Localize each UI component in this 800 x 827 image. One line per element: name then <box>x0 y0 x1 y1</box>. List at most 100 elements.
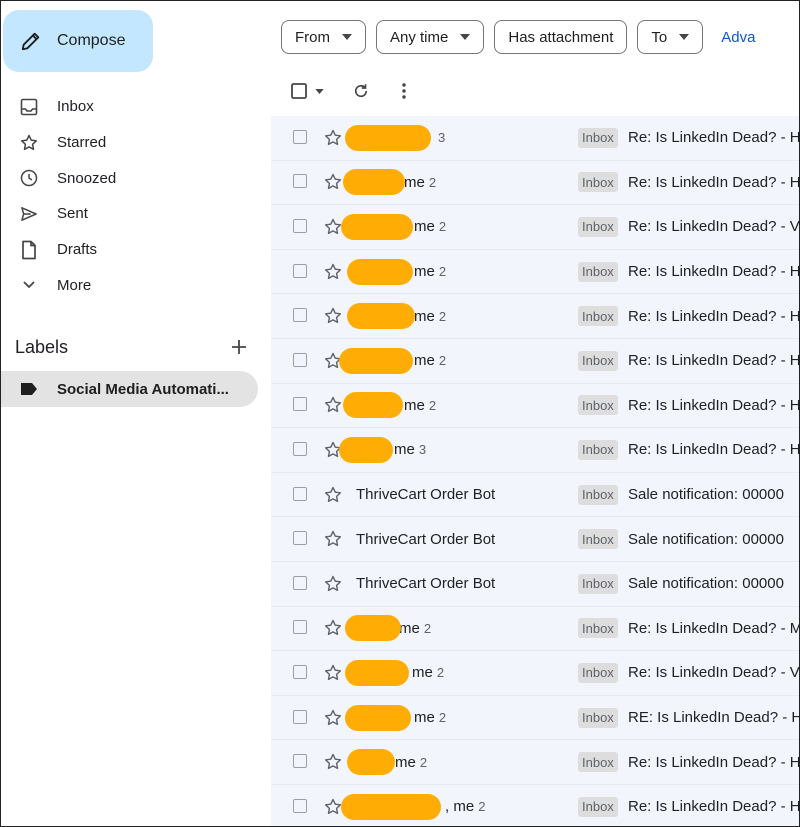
star-icon[interactable] <box>323 797 343 817</box>
redaction-mark <box>339 436 393 463</box>
email-row[interactable]: ThriveCart Order Bot Inbox Sale notificati… <box>271 561 799 607</box>
email-row[interactable]: me 2 Inbox Re: Is LinkedIn Dead? - H <box>271 740 799 785</box>
email-row[interactable]: me 3 Inbox Re: Is LinkedIn Dead? - H <box>271 428 799 473</box>
filter-any-time-chip[interactable]: Any time <box>376 20 485 54</box>
filter-has-attachment-chip[interactable]: Has attachment <box>494 20 628 54</box>
row-checkbox[interactable] <box>293 397 307 412</box>
sender: me 2 <box>412 651 444 695</box>
email-row[interactable]: me 2 Inbox Re: Is LinkedIn Dead? - H <box>271 383 799 429</box>
row-checkbox[interactable] <box>293 798 307 813</box>
redaction-mark <box>343 169 405 196</box>
star-icon[interactable] <box>323 395 343 415</box>
email-row[interactable]: ThriveCart Order Bot Inbox Sale notificati… <box>271 517 799 562</box>
row-checkbox[interactable] <box>293 486 307 501</box>
inbox-tag: Inbox <box>578 752 618 773</box>
sender-name: me <box>414 307 435 325</box>
sender: me 2 <box>404 161 436 205</box>
email-row[interactable]: me 2 Inbox Re: Is LinkedIn Dead? - H <box>271 160 799 206</box>
gmail-window: Compose Inbox Starred Snoozed Sent Draft… <box>0 0 800 827</box>
star-icon[interactable] <box>323 262 343 282</box>
star-icon[interactable] <box>323 708 343 728</box>
sender: me 2 <box>414 294 446 338</box>
row-checkbox[interactable] <box>293 174 307 189</box>
email-list: 3 Inbox Re: Is LinkedIn Dead? - Hme 2 Inbox R… <box>271 116 800 826</box>
email-row[interactable]: 3 Inbox Re: Is LinkedIn Dead? - H <box>271 116 800 161</box>
add-label-plus-icon[interactable] <box>227 335 251 359</box>
star-icon[interactable] <box>323 663 343 683</box>
star-icon[interactable] <box>323 529 343 549</box>
chevron-down-icon <box>17 273 41 297</box>
star-icon[interactable] <box>323 752 343 772</box>
labels-header: Labels <box>15 334 251 360</box>
thread-count: 3 <box>438 130 446 146</box>
star-icon[interactable] <box>323 128 343 148</box>
more-options-icon[interactable] <box>402 83 406 99</box>
filter-from-chip[interactable]: From <box>281 20 366 54</box>
inbox-icon <box>17 95 41 119</box>
email-row[interactable]: ThriveCart Order Bot Inbox Sale notificati… <box>271 472 799 518</box>
inbox-tag: Inbox <box>578 796 618 817</box>
inbox-tag: Inbox <box>578 127 618 148</box>
email-row[interactable]: me 2 Inbox Re: Is LinkedIn Dead? - H <box>271 338 800 384</box>
nav-item-inbox[interactable]: Inbox <box>1 89 271 125</box>
row-checkbox[interactable] <box>293 620 307 635</box>
nav-item-sent[interactable]: Sent <box>1 196 271 232</box>
filter-to-chip[interactable]: To <box>637 20 704 54</box>
email-row[interactable]: me 2 Inbox Re: Is LinkedIn Dead? - V <box>271 205 800 250</box>
thread-count: 2 <box>419 754 428 770</box>
select-dropdown-caret-icon[interactable] <box>315 88 324 94</box>
refresh-icon[interactable] <box>352 82 370 100</box>
email-row[interactable]: me 2 Inbox Re: Is LinkedIn Dead? - H <box>271 249 799 295</box>
thread-count: 2 <box>428 397 437 413</box>
chip-label: From <box>295 28 330 46</box>
inbox-tag: Inbox <box>578 439 618 460</box>
row-checkbox[interactable] <box>293 664 307 679</box>
thread-count: 2 <box>478 799 486 815</box>
star-icon[interactable] <box>323 306 343 326</box>
row-checkbox[interactable] <box>293 531 307 546</box>
sender-name: me <box>414 218 435 236</box>
row-checkbox[interactable] <box>293 263 307 278</box>
subject: Re: Is LinkedIn Dead? - H <box>628 352 800 370</box>
star-icon[interactable] <box>323 172 343 192</box>
row-checkbox[interactable] <box>293 129 307 144</box>
email-row[interactable]: me 2 Inbox Re: Is LinkedIn Dead? - M <box>271 606 799 652</box>
compose-button[interactable]: Compose <box>3 10 153 72</box>
email-row[interactable]: me 2 Inbox Re: Is LinkedIn Dead? - V <box>271 651 800 696</box>
advanced-search-link[interactable]: Adva <box>721 29 755 46</box>
star-icon[interactable] <box>323 217 343 237</box>
email-row[interactable]: , me 2 Inbox Re: Is LinkedIn Dead? - H <box>271 784 799 826</box>
label-item-social-media-automation[interactable]: Social Media Automati... <box>1 371 258 407</box>
row-checkbox[interactable] <box>293 575 307 590</box>
nav-item-more[interactable]: More <box>1 267 271 303</box>
thread-count: 2 <box>428 174 437 190</box>
row-checkbox[interactable] <box>293 709 307 724</box>
thread-count: 2 <box>438 219 447 235</box>
nav-item-drafts[interactable]: Drafts <box>1 232 271 268</box>
subject: Re: Is LinkedIn Dead? - V <box>628 664 800 682</box>
row-checkbox[interactable] <box>293 441 307 456</box>
nav-item-snoozed[interactable]: Snoozed <box>1 160 271 196</box>
email-row[interactable]: me 2 Inbox Re: Is LinkedIn Dead? - H <box>271 294 799 339</box>
inbox-tag: Inbox <box>578 662 618 683</box>
sender: , me 2 <box>445 785 486 826</box>
row-checkbox[interactable] <box>293 218 307 233</box>
row-checkbox[interactable] <box>293 308 307 323</box>
star-icon[interactable] <box>323 574 343 594</box>
star-icon[interactable] <box>323 618 343 638</box>
sender-name: me <box>404 173 425 191</box>
subject: Re: Is LinkedIn Dead? - H <box>628 129 800 147</box>
thread-count: 2 <box>438 264 447 280</box>
row-checkbox[interactable] <box>293 352 307 367</box>
label-tag-icon <box>19 379 39 399</box>
subject: Re: Is LinkedIn Dead? - V <box>628 218 800 236</box>
sender-name: me <box>395 753 416 771</box>
row-checkbox[interactable] <box>293 754 307 769</box>
email-row[interactable]: me 2 Inbox RE: Is LinkedIn Dead? - H <box>271 695 799 741</box>
star-icon[interactable] <box>323 485 343 505</box>
thread-count: 2 <box>438 308 447 324</box>
nav-item-starred[interactable]: Starred <box>1 125 271 161</box>
select-all-checkbox[interactable] <box>291 83 307 99</box>
sender: me 3 <box>394 428 426 472</box>
inbox-tag: Inbox <box>578 618 618 639</box>
